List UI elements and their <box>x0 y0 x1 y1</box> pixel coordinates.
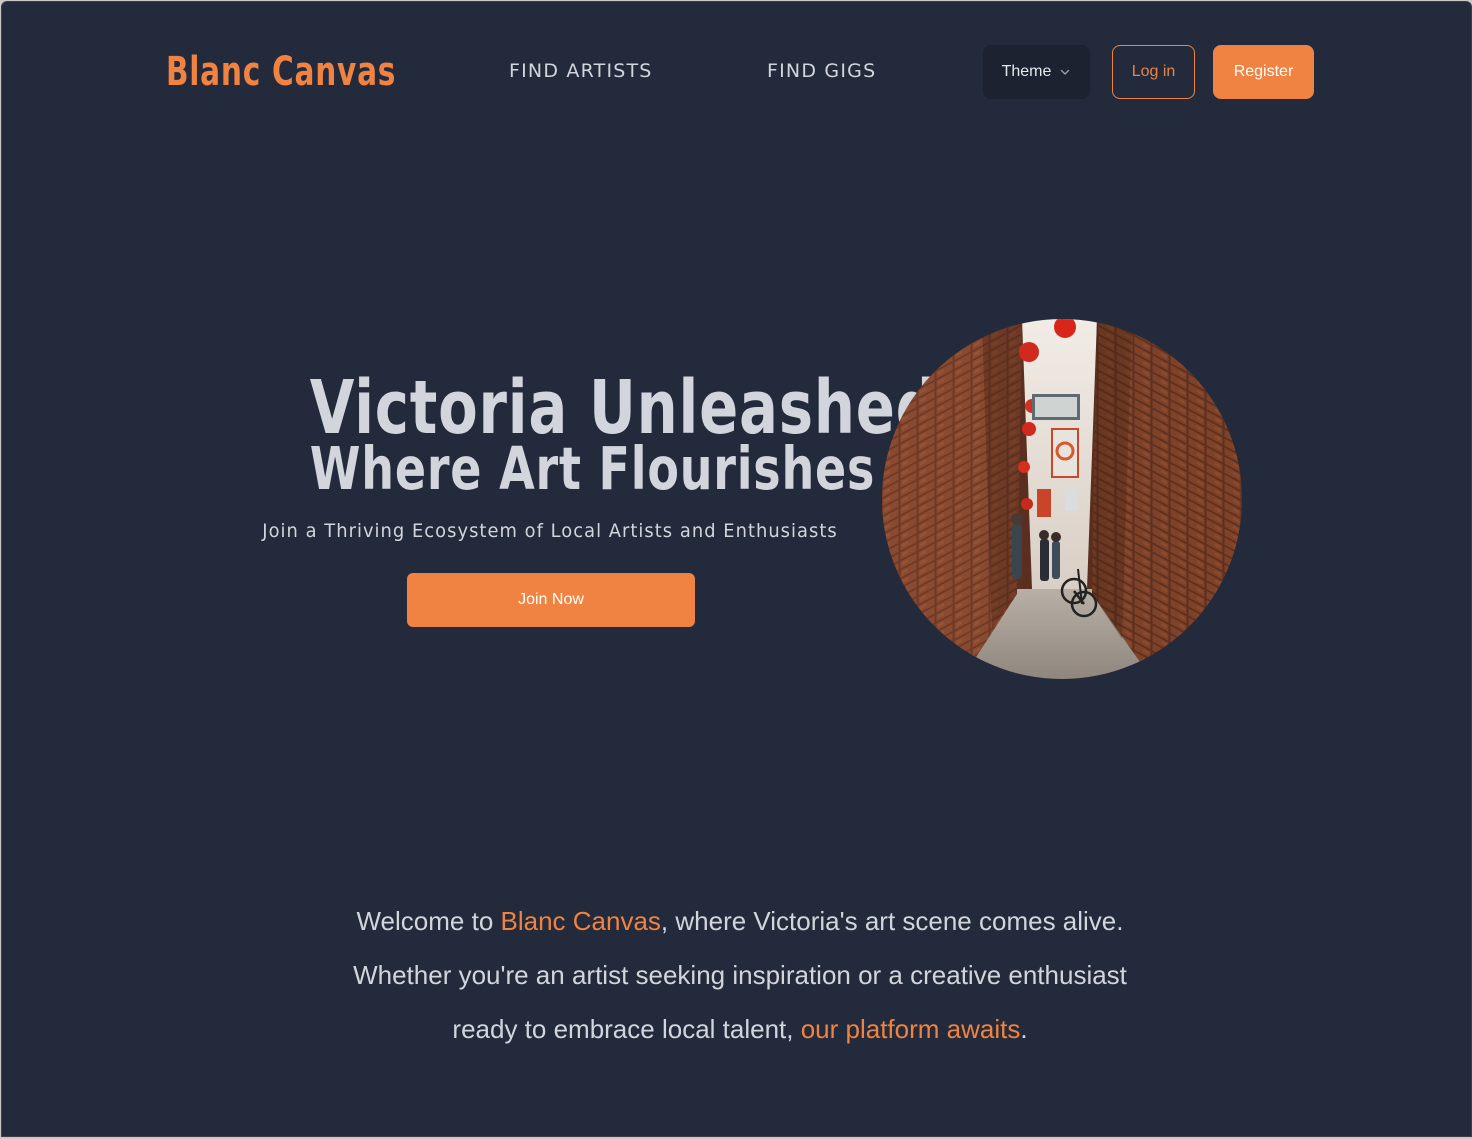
site-logo[interactable]: Blanc Canvas <box>166 44 396 100</box>
hero-subtitle: Join a Thriving Ecosystem of Local Artis… <box>262 520 838 542</box>
welcome-line-2: Whether you're an artist seeking inspira… <box>353 960 1127 990</box>
hero-title-line2: Where Art Flourishes <box>309 434 876 503</box>
welcome-line-1-prefix: Welcome to <box>356 906 501 936</box>
login-button[interactable]: Log in <box>1112 45 1195 99</box>
hero-alley-image <box>882 319 1242 679</box>
welcome-line-3-prefix: ready to embrace local talent, <box>452 1014 801 1044</box>
chevron-down-icon <box>1061 69 1070 75</box>
theme-dropdown[interactable]: Theme <box>983 45 1090 99</box>
welcome-text: Welcome to Blanc Canvas, where Victoria'… <box>236 894 1244 1056</box>
alley-photo-icon <box>882 319 1242 679</box>
welcome-line-3: ready to embrace local talent, our platf… <box>236 1002 1244 1056</box>
join-now-button[interactable]: Join Now <box>407 573 695 627</box>
welcome-line-1: Welcome to Blanc Canvas, where Victoria'… <box>236 894 1244 948</box>
register-button[interactable]: Register <box>1213 45 1314 99</box>
theme-label: Theme <box>1001 63 1052 80</box>
welcome-brand-highlight: Blanc Canvas <box>500 906 661 936</box>
nav-find-gigs[interactable]: FIND GIGS <box>767 58 876 84</box>
hero-section: Victoria Unleashed Where Art Flourishes … <box>242 368 937 544</box>
browser-window: Blanc Canvas FIND ARTISTS FIND GIGS Them… <box>1 1 1472 1137</box>
welcome-line-3-suffix: . <box>1020 1014 1028 1044</box>
platform-awaits-highlight: our platform awaits <box>800 1014 1021 1044</box>
nav-find-artists[interactable]: FIND ARTISTS <box>509 58 653 84</box>
welcome-line-1-suffix: , where Victoria's art scene comes alive… <box>660 906 1124 936</box>
